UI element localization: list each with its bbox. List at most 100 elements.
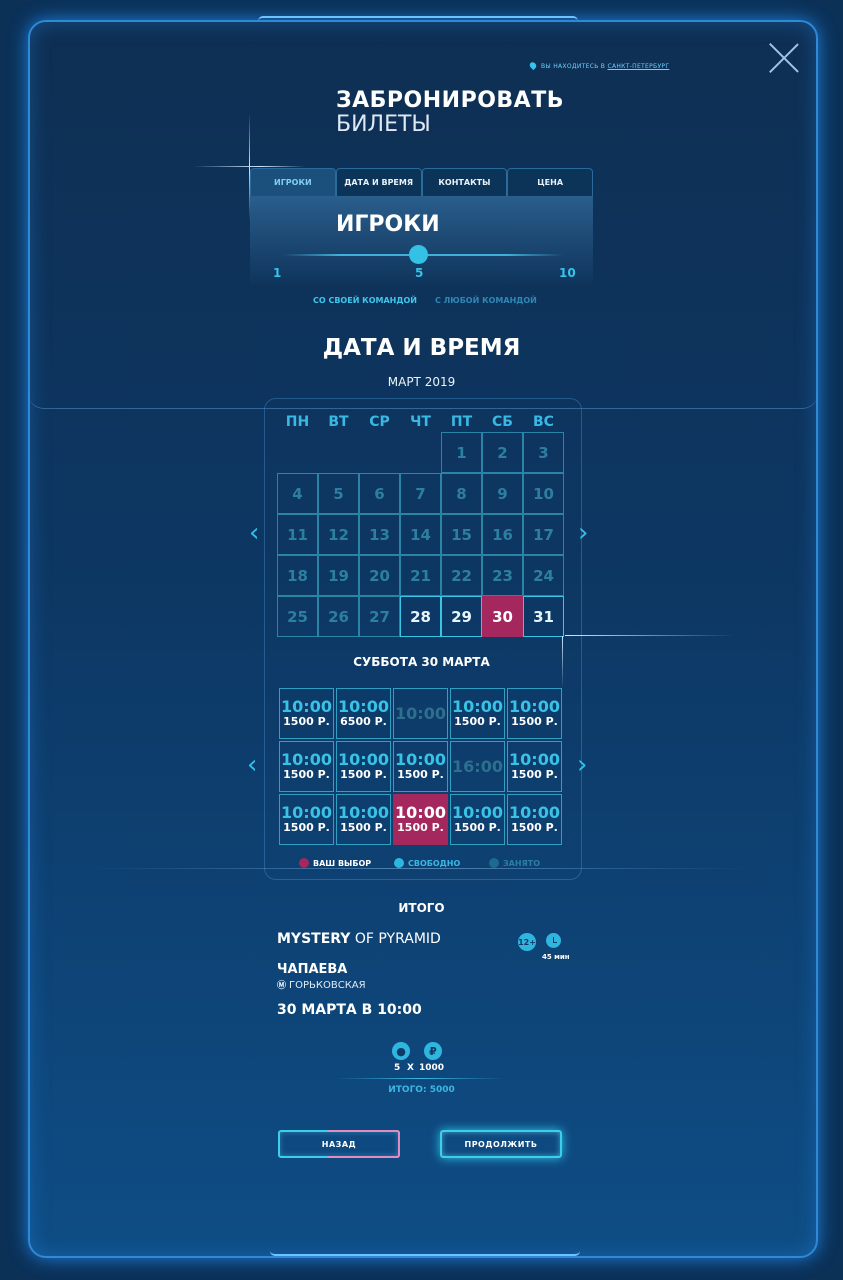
slot-time: 10:00 [395,750,446,769]
time-slot[interactable]: 10:00 1500 Р. [279,794,334,845]
legend-label-busy: ЗАНЯТО [503,858,540,868]
close-icon[interactable] [768,42,800,74]
time-slot[interactable]: 10:00 1500 Р. [279,741,334,792]
calendar-day[interactable]: 6 [359,473,400,514]
players-slider-thumb[interactable] [409,245,428,264]
tab-players[interactable]: ИГРОКИ [250,168,336,196]
calendar-day[interactable]: 9 [482,473,523,514]
calendar-day[interactable]: 4 [277,473,318,514]
option-own-team[interactable]: СО СВОЕЙ КОМАНДОЙ [313,296,417,305]
continue-button[interactable]: ПРОДОЛЖИТЬ [440,1130,562,1158]
slot-price: 1500 Р. [454,821,501,834]
time-slot[interactable]: 10:00 1500 Р. [450,794,505,845]
location-indicator: ВЫ НАХОДИТЕСЬ В САНКТ-ПЕТЕРБУРГ [528,60,669,71]
time-slot[interactable]: 10:00 1500 Р. [507,688,562,739]
legend-dot-busy [489,858,499,868]
time-slot[interactable]: 10:00 1500 Р. [393,741,448,792]
option-any-team[interactable]: С ЛЮБОЙ КОМАНДОЙ [435,296,537,305]
weekday-label: ВС [533,414,554,430]
calendar-day[interactable]: 1 [441,432,482,473]
time-slot[interactable]: 10:00 1500 Р. [450,688,505,739]
player-icon: ● [392,1042,410,1060]
slots-prev-chevron-left-icon[interactable]: ‹ [247,750,257,780]
calendar-day[interactable]: 10 [523,473,564,514]
slot-price: 1500 Р. [283,715,330,728]
calendar-day[interactable]: 14 [400,514,441,555]
weekday-label: ПН [285,414,310,430]
time-slot[interactable]: 10:00 1500 Р. [393,794,448,845]
time-slot[interactable]: 10:00 1500 Р. [336,741,391,792]
slot-price: 1500 Р. [397,821,444,834]
time-slot[interactable]: 10:00 1500 Р. [279,688,334,739]
calendar-day[interactable]: 29 [441,596,482,637]
page-subtitle: БИЛЕТЫ [336,112,431,137]
time-slot[interactable]: 10:00 1500 Р. [507,794,562,845]
time-slot: 16:00 [450,741,505,792]
calendar-day[interactable]: 11 [277,514,318,555]
tab-price[interactable]: ЦЕНА [507,168,593,196]
calendar-day[interactable]: 30 [482,596,523,637]
calendar-day[interactable]: 24 [523,555,564,596]
time-slot: 10:00 [393,688,448,739]
calendar-day[interactable]: 20 [359,555,400,596]
calendar-day[interactable]: 5 [318,473,359,514]
slot-price: 1500 Р. [454,715,501,728]
slot-price: 1500 Р. [283,821,330,834]
calendar-day[interactable]: 21 [400,555,441,596]
calendar-day[interactable]: 12 [318,514,359,555]
slot-price: 1500 Р. [511,821,558,834]
players-section-title: ИГРОКИ [336,212,440,237]
legend-label-free: СВОБОДНО [408,858,461,868]
calendar-day[interactable]: 23 [482,555,523,596]
game-duration: 45 мин [542,953,570,961]
calendar-prev-chevron-left-icon[interactable]: ‹ [249,518,259,548]
calendar-day[interactable]: 31 [523,596,564,637]
clock-icon [546,933,561,948]
calendar-day[interactable]: 22 [441,555,482,596]
legend-dot-free [394,858,404,868]
location-city-link[interactable]: САНКТ-ПЕТЕРБУРГ [607,63,669,70]
time-slot[interactable]: 10:00 6500 Р. [336,688,391,739]
slot-price: 6500 Р. [340,715,387,728]
slider-min-label: 1 [273,266,282,280]
slots-next-chevron-right-icon[interactable]: › [577,750,587,780]
calendar-day[interactable]: 7 [400,473,441,514]
calendar-day[interactable]: 27 [359,596,400,637]
multiply-sign: X [407,1063,414,1073]
summary-title: ИТОГО [398,901,445,915]
calendar-day[interactable]: 26 [318,596,359,637]
metro-icon: Ⓜ [277,981,287,991]
calendar-month: МАРТ 2019 [387,375,456,389]
tab-contacts[interactable]: КОНТАКТЫ [421,168,508,196]
back-button[interactable]: НАЗАД [278,1130,400,1158]
calendar-day[interactable]: 3 [523,432,564,473]
calendar-day[interactable]: 18 [277,555,318,596]
time-slot[interactable]: 10:00 1500 Р. [336,794,391,845]
total-price: ИТОГО: 5000 [388,1085,455,1095]
slot-time: 10:00 [338,803,389,822]
calendar-day[interactable]: 19 [318,555,359,596]
calendar-day[interactable]: 25 [277,596,318,637]
calendar-day[interactable]: 8 [441,473,482,514]
slot-time: 10:00 [509,803,560,822]
calendar-day[interactable]: 17 [523,514,564,555]
calendar-day[interactable]: 13 [359,514,400,555]
time-slot[interactable]: 10:00 1500 Р. [507,741,562,792]
booking-datetime: 30 МАРТА В 10:00 [277,1002,422,1018]
legend-free: СВОБОДНО [394,858,460,868]
address-metro: Ⓜ ГОРЬКОВСКАЯ [277,980,366,991]
tab-date-time[interactable]: ДАТА И ВРЕМЯ [335,168,422,196]
slot-time: 10:00 [281,697,332,716]
slot-time: 16:00 [452,757,503,776]
calendar-day[interactable]: 2 [482,432,523,473]
calendar-day[interactable]: 28 [400,596,441,637]
age-rating-badge: 12+ [518,933,536,951]
slot-time: 10:00 [281,750,332,769]
price-per-player: 1000 [419,1063,445,1073]
calendar-day[interactable]: 16 [482,514,523,555]
page-title: ЗАБРОНИРОВАТЬ [336,88,564,113]
calendar-next-chevron-right-icon[interactable]: › [578,518,588,548]
weekday-label: СР [369,414,390,430]
calendar-day[interactable]: 15 [441,514,482,555]
slot-price: 1500 Р. [511,715,558,728]
